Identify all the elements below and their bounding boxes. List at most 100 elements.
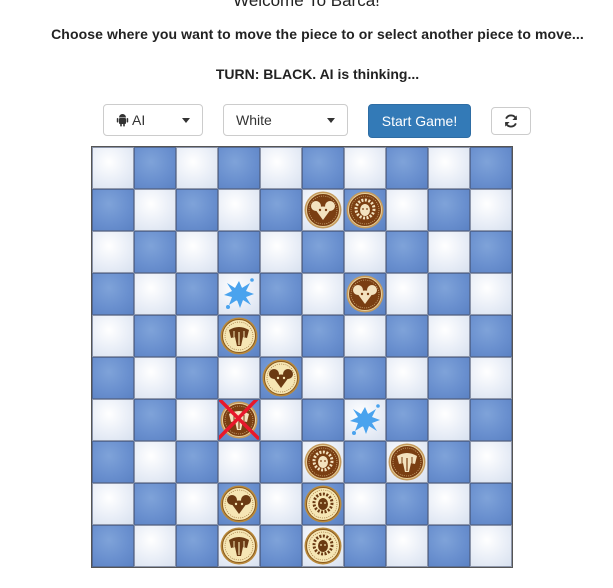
board-square[interactable] [134, 231, 176, 273]
board-square[interactable] [470, 399, 512, 441]
board-square[interactable] [470, 441, 512, 483]
board-square[interactable] [344, 525, 386, 567]
board-square[interactable] [134, 357, 176, 399]
board-square[interactable] [386, 399, 428, 441]
board-square[interactable] [344, 147, 386, 189]
board-square[interactable] [92, 315, 134, 357]
black-mouse-piece[interactable] [344, 273, 386, 315]
white-mouse-piece[interactable] [260, 357, 302, 399]
board-square[interactable] [470, 273, 512, 315]
board-square[interactable] [176, 273, 218, 315]
board-square[interactable] [92, 189, 134, 231]
board-square[interactable] [134, 483, 176, 525]
board-square[interactable] [470, 231, 512, 273]
board-square[interactable] [134, 525, 176, 567]
board-square[interactable] [344, 357, 386, 399]
board-square[interactable] [428, 399, 470, 441]
board-square[interactable] [470, 483, 512, 525]
board-square[interactable] [134, 147, 176, 189]
black-mouse-piece[interactable] [302, 189, 344, 231]
board-square[interactable] [470, 147, 512, 189]
board-square[interactable] [386, 315, 428, 357]
board-square[interactable] [428, 357, 470, 399]
board-square[interactable] [470, 357, 512, 399]
board-square[interactable] [470, 315, 512, 357]
white-lion-piece[interactable] [302, 525, 344, 567]
board-square[interactable] [302, 315, 344, 357]
board-square[interactable] [92, 525, 134, 567]
board-square[interactable] [260, 441, 302, 483]
board-square[interactable] [176, 147, 218, 189]
board-square[interactable] [470, 525, 512, 567]
board-square[interactable] [218, 189, 260, 231]
board-square[interactable] [218, 231, 260, 273]
board-square[interactable] [218, 357, 260, 399]
board-square[interactable] [134, 399, 176, 441]
board-square[interactable] [260, 399, 302, 441]
refresh-button[interactable] [491, 107, 531, 135]
board-square[interactable] [428, 273, 470, 315]
white-elephant-piece[interactable] [218, 315, 260, 357]
board-square[interactable] [428, 525, 470, 567]
board-square[interactable] [428, 189, 470, 231]
board-square[interactable] [386, 483, 428, 525]
board-square[interactable] [176, 483, 218, 525]
board-square[interactable] [386, 357, 428, 399]
board-square[interactable] [428, 231, 470, 273]
board-square[interactable] [302, 399, 344, 441]
board-square[interactable] [386, 189, 428, 231]
board-square[interactable] [176, 315, 218, 357]
board-square[interactable] [92, 273, 134, 315]
board-square[interactable] [344, 483, 386, 525]
board-square[interactable] [92, 231, 134, 273]
board-square[interactable] [176, 357, 218, 399]
board-square[interactable] [260, 189, 302, 231]
board-square[interactable] [470, 189, 512, 231]
board-square[interactable] [260, 231, 302, 273]
board-square[interactable] [260, 273, 302, 315]
board-square[interactable] [428, 483, 470, 525]
board-square[interactable] [344, 231, 386, 273]
black-elephant-piece[interactable] [386, 441, 428, 483]
board-square[interactable] [386, 525, 428, 567]
start-game-button[interactable]: Start Game! [368, 104, 471, 138]
opponent-select[interactable]: AI [103, 104, 203, 136]
black-lion-piece[interactable] [302, 441, 344, 483]
board-square[interactable] [386, 273, 428, 315]
board-square[interactable] [302, 357, 344, 399]
game-board[interactable] [91, 146, 513, 568]
black-lion-piece[interactable] [344, 189, 386, 231]
board-square[interactable] [428, 147, 470, 189]
board-square[interactable] [302, 147, 344, 189]
board-square[interactable] [92, 357, 134, 399]
board-square[interactable] [176, 441, 218, 483]
white-mouse-piece[interactable] [218, 483, 260, 525]
board-square[interactable] [302, 273, 344, 315]
board-square[interactable] [260, 483, 302, 525]
board-square[interactable] [176, 525, 218, 567]
board-square[interactable] [134, 315, 176, 357]
board-square[interactable] [260, 147, 302, 189]
board-square[interactable] [134, 441, 176, 483]
white-elephant-piece[interactable] [218, 525, 260, 567]
color-select[interactable]: White [223, 104, 348, 136]
board-square[interactable] [386, 231, 428, 273]
board-square[interactable] [302, 231, 344, 273]
board-square[interactable] [176, 231, 218, 273]
board-square[interactable] [92, 483, 134, 525]
board-square[interactable] [218, 441, 260, 483]
board-square[interactable] [386, 147, 428, 189]
board-square[interactable] [344, 441, 386, 483]
board-square[interactable] [92, 399, 134, 441]
board-square[interactable] [176, 189, 218, 231]
board-square[interactable] [92, 147, 134, 189]
black-elephant-piece[interactable] [218, 399, 260, 441]
board-square[interactable] [218, 147, 260, 189]
board-square[interactable] [134, 189, 176, 231]
board-square[interactable] [428, 315, 470, 357]
board-square[interactable] [92, 441, 134, 483]
board-square[interactable] [260, 315, 302, 357]
board-square[interactable] [428, 441, 470, 483]
board-square[interactable] [260, 525, 302, 567]
board-square[interactable] [134, 273, 176, 315]
